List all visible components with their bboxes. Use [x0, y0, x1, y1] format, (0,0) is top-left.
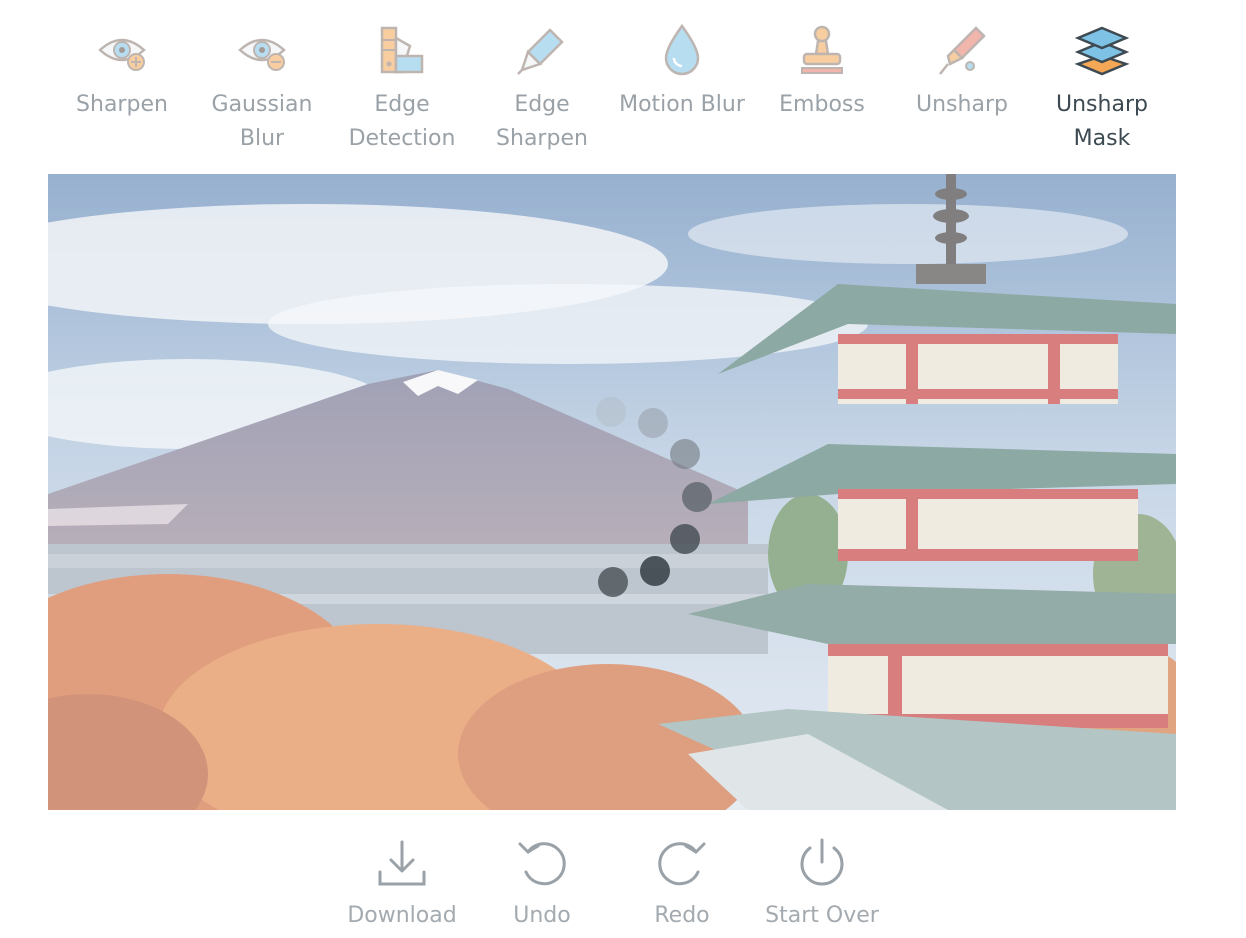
layers-icon [1074, 26, 1130, 76]
filter-gaussian-blur[interactable]: Gaussian Blur [192, 20, 332, 160]
filter-edge-detection[interactable]: Edge Detection [332, 20, 472, 160]
filter-label: Motion Blur [619, 92, 745, 117]
redo-button[interactable]: Redo [612, 836, 752, 936]
action-label: Redo [654, 903, 710, 928]
action-label: Download [347, 903, 457, 928]
filter-label: Gaussian Blur [211, 92, 313, 151]
filter-label: Edge Detection [348, 92, 456, 151]
filter-label: Edge Sharpen [496, 92, 588, 151]
redo-icon [658, 842, 706, 886]
filter-unsharp-mask[interactable]: Unsharp Mask [1032, 20, 1172, 160]
undo-button[interactable]: Undo [472, 836, 612, 936]
photo-fade-overlay [48, 174, 1176, 810]
action-label: Start Over [765, 903, 879, 928]
power-icon [800, 838, 844, 886]
swatches-icon [380, 26, 424, 74]
pen-tool-icon [939, 26, 986, 75]
download-button[interactable]: Download [332, 836, 472, 936]
filter-edge-sharpen[interactable]: Edge Sharpen [472, 20, 612, 160]
filter-label: Sharpen [76, 92, 168, 117]
download-icon [378, 840, 426, 886]
eye-minus-icon [238, 38, 286, 71]
eye-plus-icon [98, 38, 146, 71]
filter-toolbar: Sharpen Gaussian Blur Edge Detection Edg… [52, 20, 1172, 160]
stamp-icon [801, 25, 843, 74]
action-bar: Download Undo Redo Start Over [332, 836, 892, 936]
filter-unsharp[interactable]: Unsharp [892, 20, 1032, 160]
filter-label: Unsharp Mask [1056, 92, 1148, 151]
filter-sharpen[interactable]: Sharpen [52, 20, 192, 160]
filter-motion-blur[interactable]: Motion Blur [612, 20, 752, 160]
photo-canvas [48, 174, 1176, 810]
filter-label: Unsharp [916, 92, 1008, 117]
filter-label: Emboss [779, 92, 865, 117]
action-label: Undo [513, 903, 571, 928]
filter-emboss[interactable]: Emboss [752, 20, 892, 160]
scalpel-icon [517, 28, 564, 75]
start-over-button[interactable]: Start Over [752, 836, 892, 936]
droplet-icon [664, 23, 700, 76]
undo-icon [518, 842, 566, 886]
